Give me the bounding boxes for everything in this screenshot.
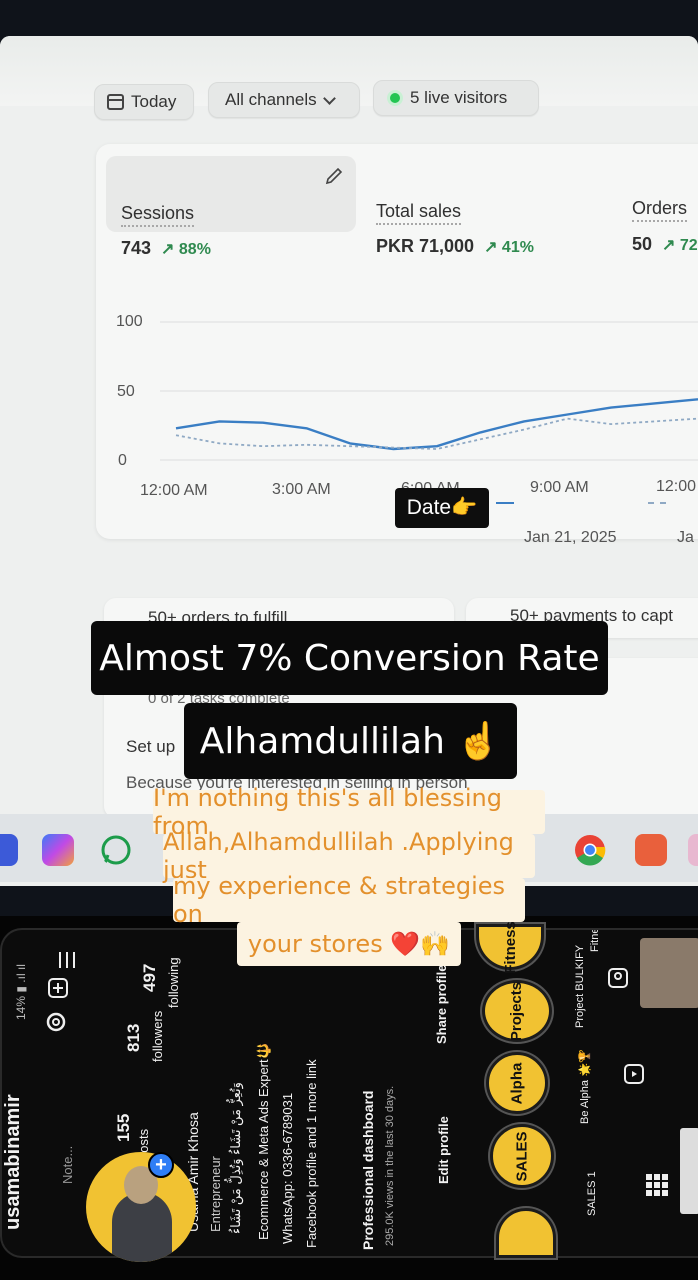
- series-line: [175, 398, 698, 451]
- posts-count: 155: [114, 1113, 133, 1142]
- professional-dashboard-title[interactable]: Professional dashboard: [360, 1091, 376, 1250]
- app-icon[interactable]: [688, 834, 698, 866]
- highlight-caption: Fitness 💪: [588, 930, 601, 952]
- highlight-projects[interactable]: Projects: [482, 980, 552, 1042]
- highlight-caption: SALES 1: [586, 1171, 598, 1216]
- profile-username: usamabinamir: [2, 1094, 24, 1230]
- whatsapp-icon[interactable]: [100, 834, 132, 866]
- alhamdulillah-banner: Alhamdullilah ☝️: [184, 703, 517, 779]
- share-profile-button[interactable]: Share profile: [434, 965, 449, 1044]
- professional-dashboard-sub: 295.0K views in the last 30 days.: [384, 1085, 396, 1246]
- app-icon[interactable]: [0, 834, 18, 866]
- menu-icon[interactable]: [56, 950, 78, 970]
- highlight-sales[interactable]: SALES: [490, 1124, 554, 1188]
- setup-label: Set up: [126, 737, 176, 756]
- blessing-line: my experience & strategies on: [173, 872, 525, 928]
- highlight-caption: Project BULKIFY: [574, 944, 586, 1028]
- profile-role: Entrepreneur: [208, 1156, 223, 1232]
- sessions-chart: [160, 321, 698, 461]
- blessing-line: your stores ❤️🙌: [237, 922, 461, 966]
- profile-bio-arabic: وَتُعِزُّ مَنْ تَشَاءُ وَتُذِلُّ مَنْ تَ…: [228, 1082, 243, 1234]
- download-app-icon[interactable]: [635, 834, 667, 866]
- note-bubble: Note...: [60, 1145, 75, 1184]
- profile-bio-link[interactable]: Facebook profile and 1 more link: [304, 1059, 319, 1248]
- followers-count: 813: [124, 1023, 143, 1052]
- chart-grid: [160, 321, 698, 461]
- tagged-icon[interactable]: [606, 966, 630, 990]
- add-post-icon[interactable]: [46, 976, 70, 1000]
- profile-bio-line-1: Ecommerce & Meta Ads Expert🔱: [256, 1043, 271, 1240]
- phone-status-bar: 14% ▮ .ıl ıl: [14, 964, 28, 1020]
- legend-primary-label: Jan 21, 2025: [524, 529, 617, 546]
- followers-label: followers: [150, 1010, 165, 1062]
- blessing-caption: I'm nothing this's all blessing from All…: [153, 784, 545, 968]
- chrome-icon[interactable]: [574, 834, 606, 866]
- chart-lines: [175, 398, 698, 451]
- legend-secondary-label: Ja: [677, 529, 694, 546]
- legend-secondary-swatch: [648, 502, 666, 504]
- legend-primary-swatch: [496, 502, 514, 504]
- profile-bio-line-2: WhatsApp: 0336-6789031: [280, 1092, 295, 1244]
- copilot-icon[interactable]: [42, 834, 74, 866]
- date-annotation-tag: Date👉: [395, 488, 489, 528]
- post-thumbnail[interactable]: [680, 1128, 698, 1214]
- reels-icon[interactable]: [622, 1062, 646, 1086]
- grid-icon[interactable]: [644, 1172, 670, 1198]
- post-thumbnail[interactable]: [640, 938, 698, 1008]
- headline-banner: Almost 7% Conversion Rate: [91, 621, 608, 695]
- highlight-alpha[interactable]: Alpha: [486, 1052, 548, 1114]
- edit-profile-button[interactable]: Edit profile: [436, 1116, 451, 1184]
- add-story-icon[interactable]: +: [148, 1152, 174, 1178]
- threads-icon[interactable]: [44, 1010, 68, 1034]
- highlight-caption: Be Alpha 🌟🏆: [579, 1049, 591, 1125]
- avatar[interactable]: [86, 1152, 196, 1262]
